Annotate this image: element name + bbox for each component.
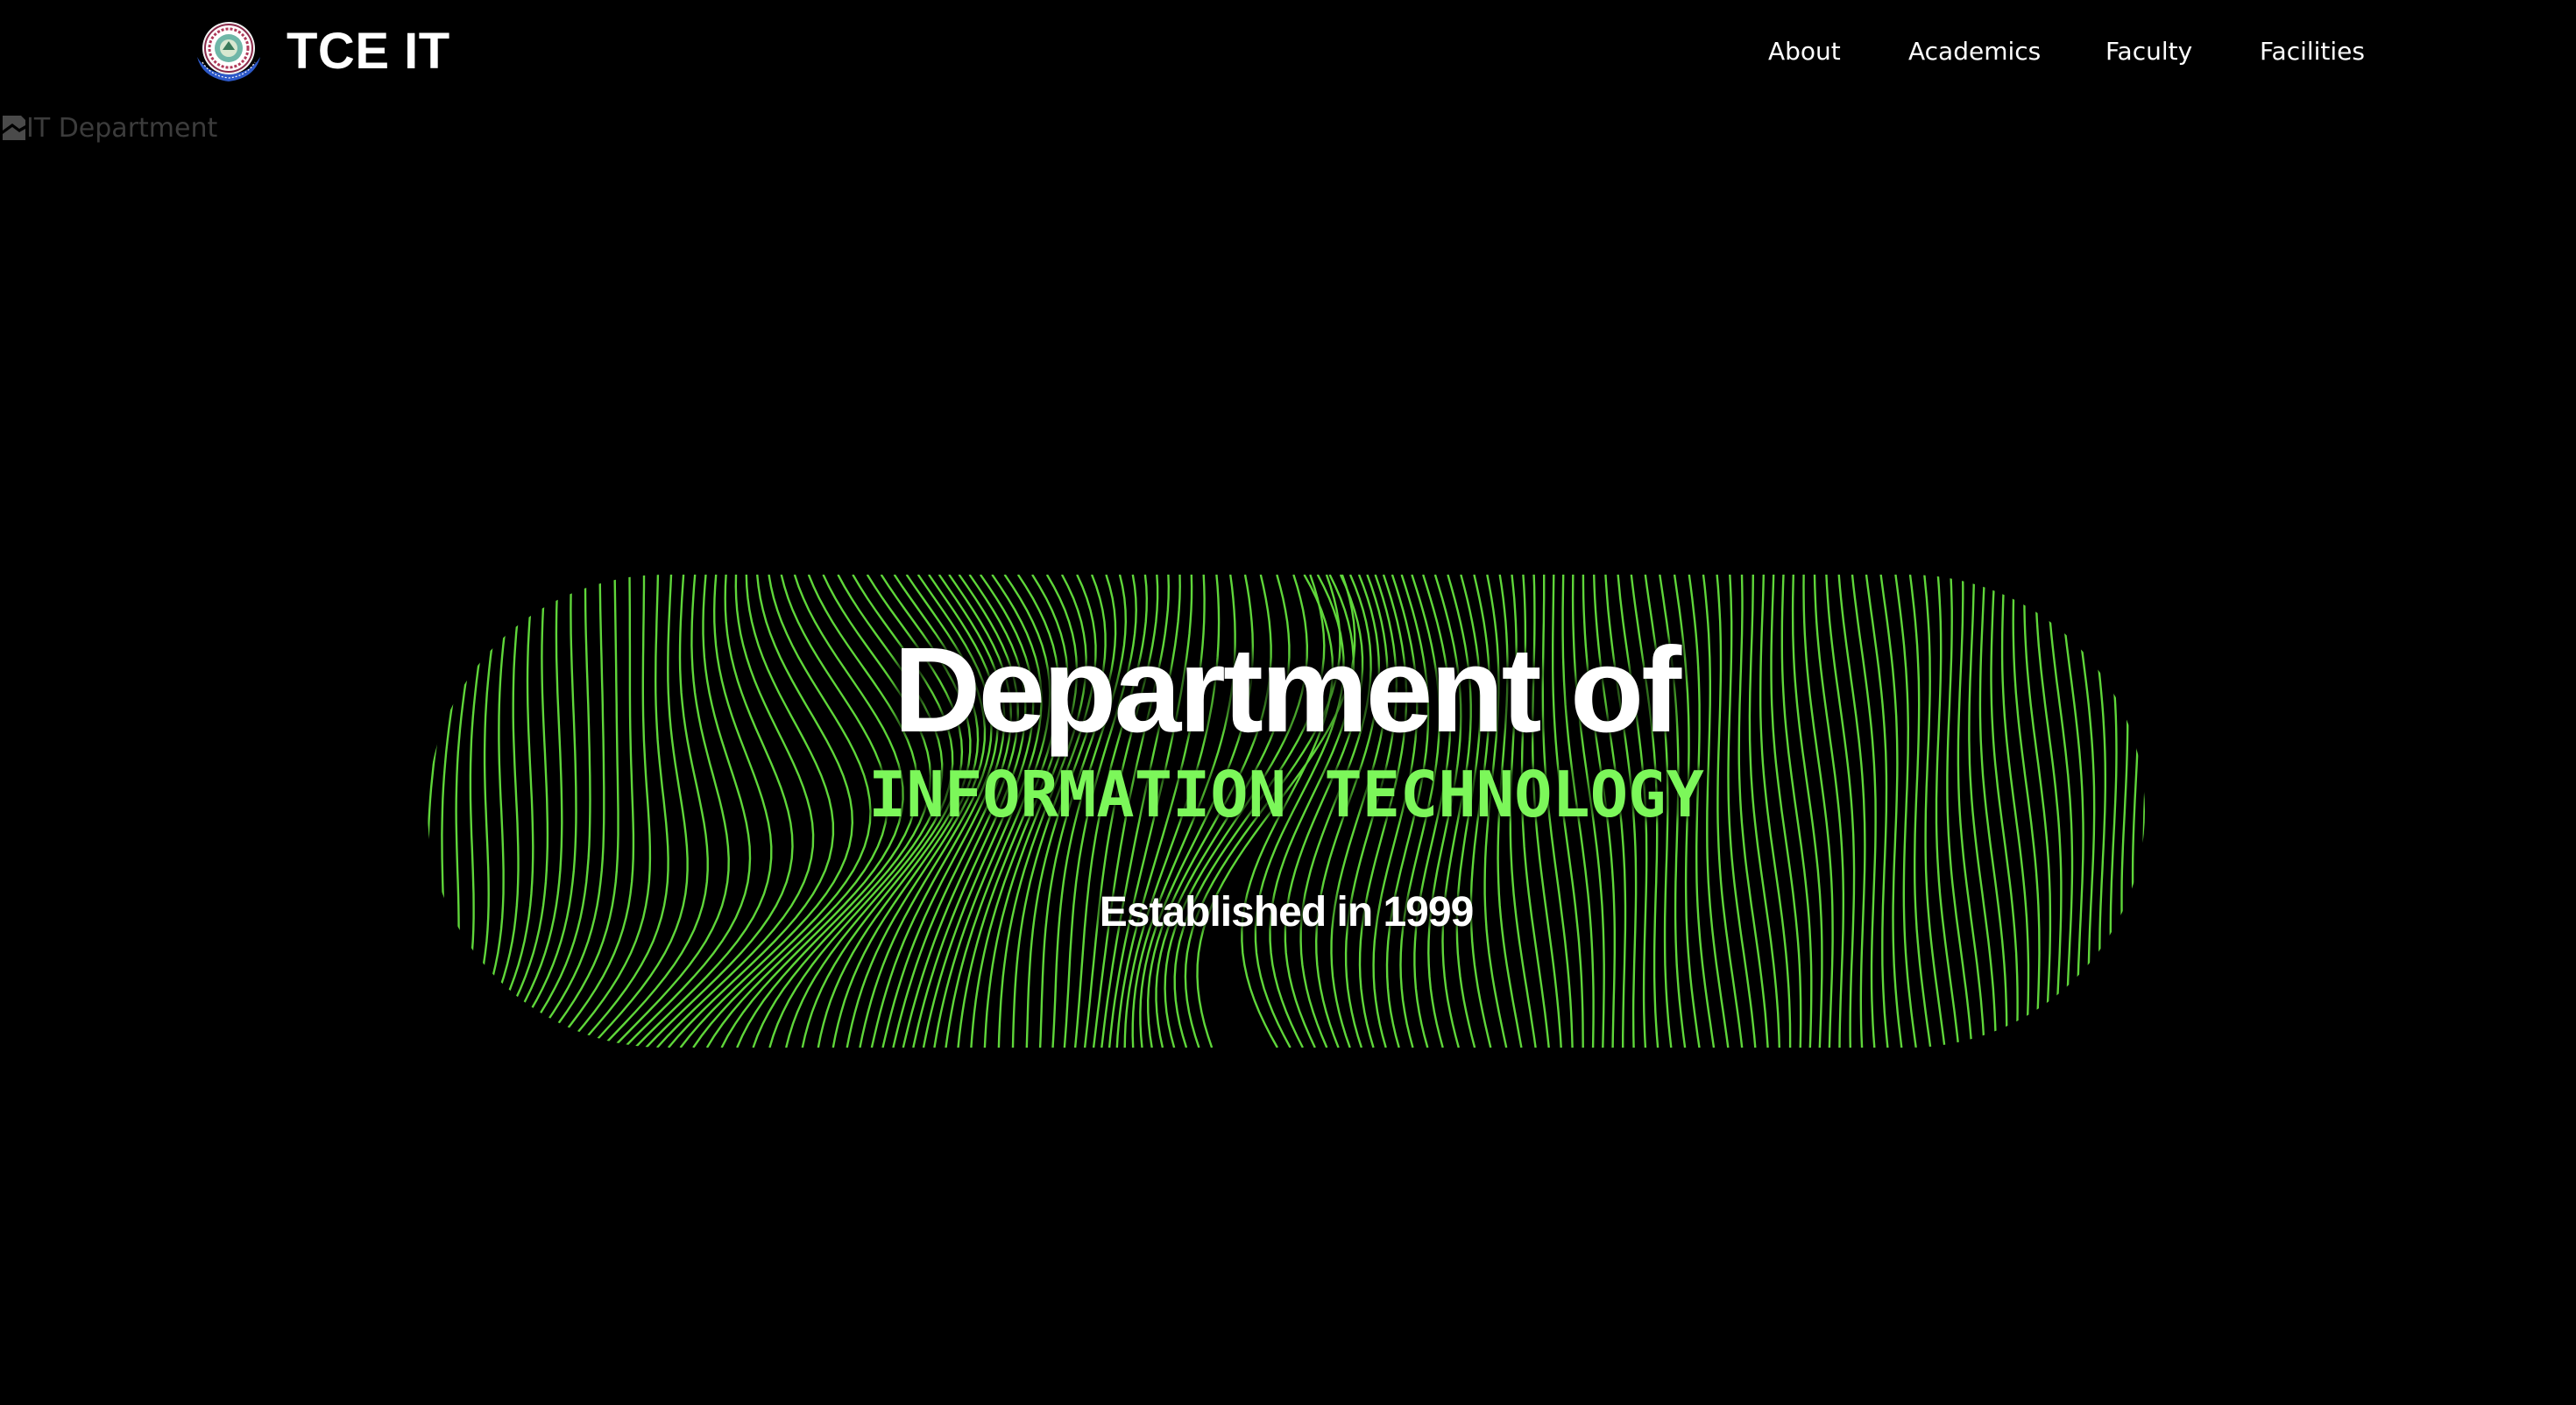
nav-link-academics[interactable]: Academics	[1908, 30, 2041, 74]
banner-image: IT Department	[0, 107, 217, 149]
hero-subtitle: INFORMATION TECHNOLOGY	[868, 758, 1704, 831]
banner-image-alt-text: IT Department	[26, 112, 218, 144]
hero-text: Department of INFORMATION TECHNOLOGY Est…	[428, 575, 2145, 1048]
hero-banner: Department of INFORMATION TECHNOLOGY Est…	[428, 575, 2145, 1048]
hero-title: Department of	[893, 623, 1681, 758]
broken-image-icon	[3, 116, 25, 140]
established-text: Established in 1999	[1099, 889, 1475, 935]
nav-link-about[interactable]: About	[1768, 30, 1841, 74]
nav-link-facilities[interactable]: Facilities	[2260, 30, 2365, 74]
navbar: TCE IT About Academics Faculty Facilitie…	[0, 0, 2576, 105]
nav-link-faculty[interactable]: Faculty	[2105, 30, 2192, 74]
main-nav: About Academics Faculty Facilities	[0, 30, 2576, 74]
